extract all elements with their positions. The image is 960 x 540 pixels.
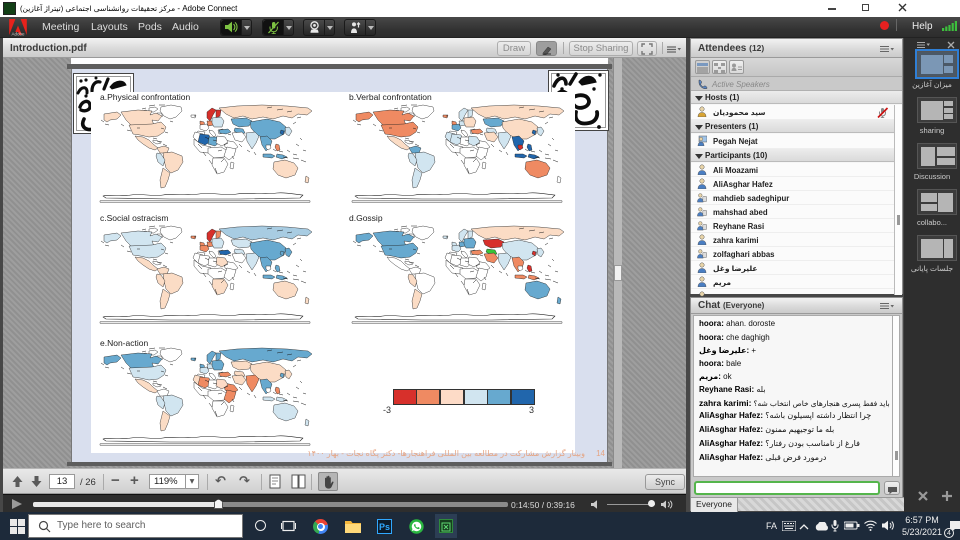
svg-text:Adobe: Adobe: [11, 32, 25, 37]
